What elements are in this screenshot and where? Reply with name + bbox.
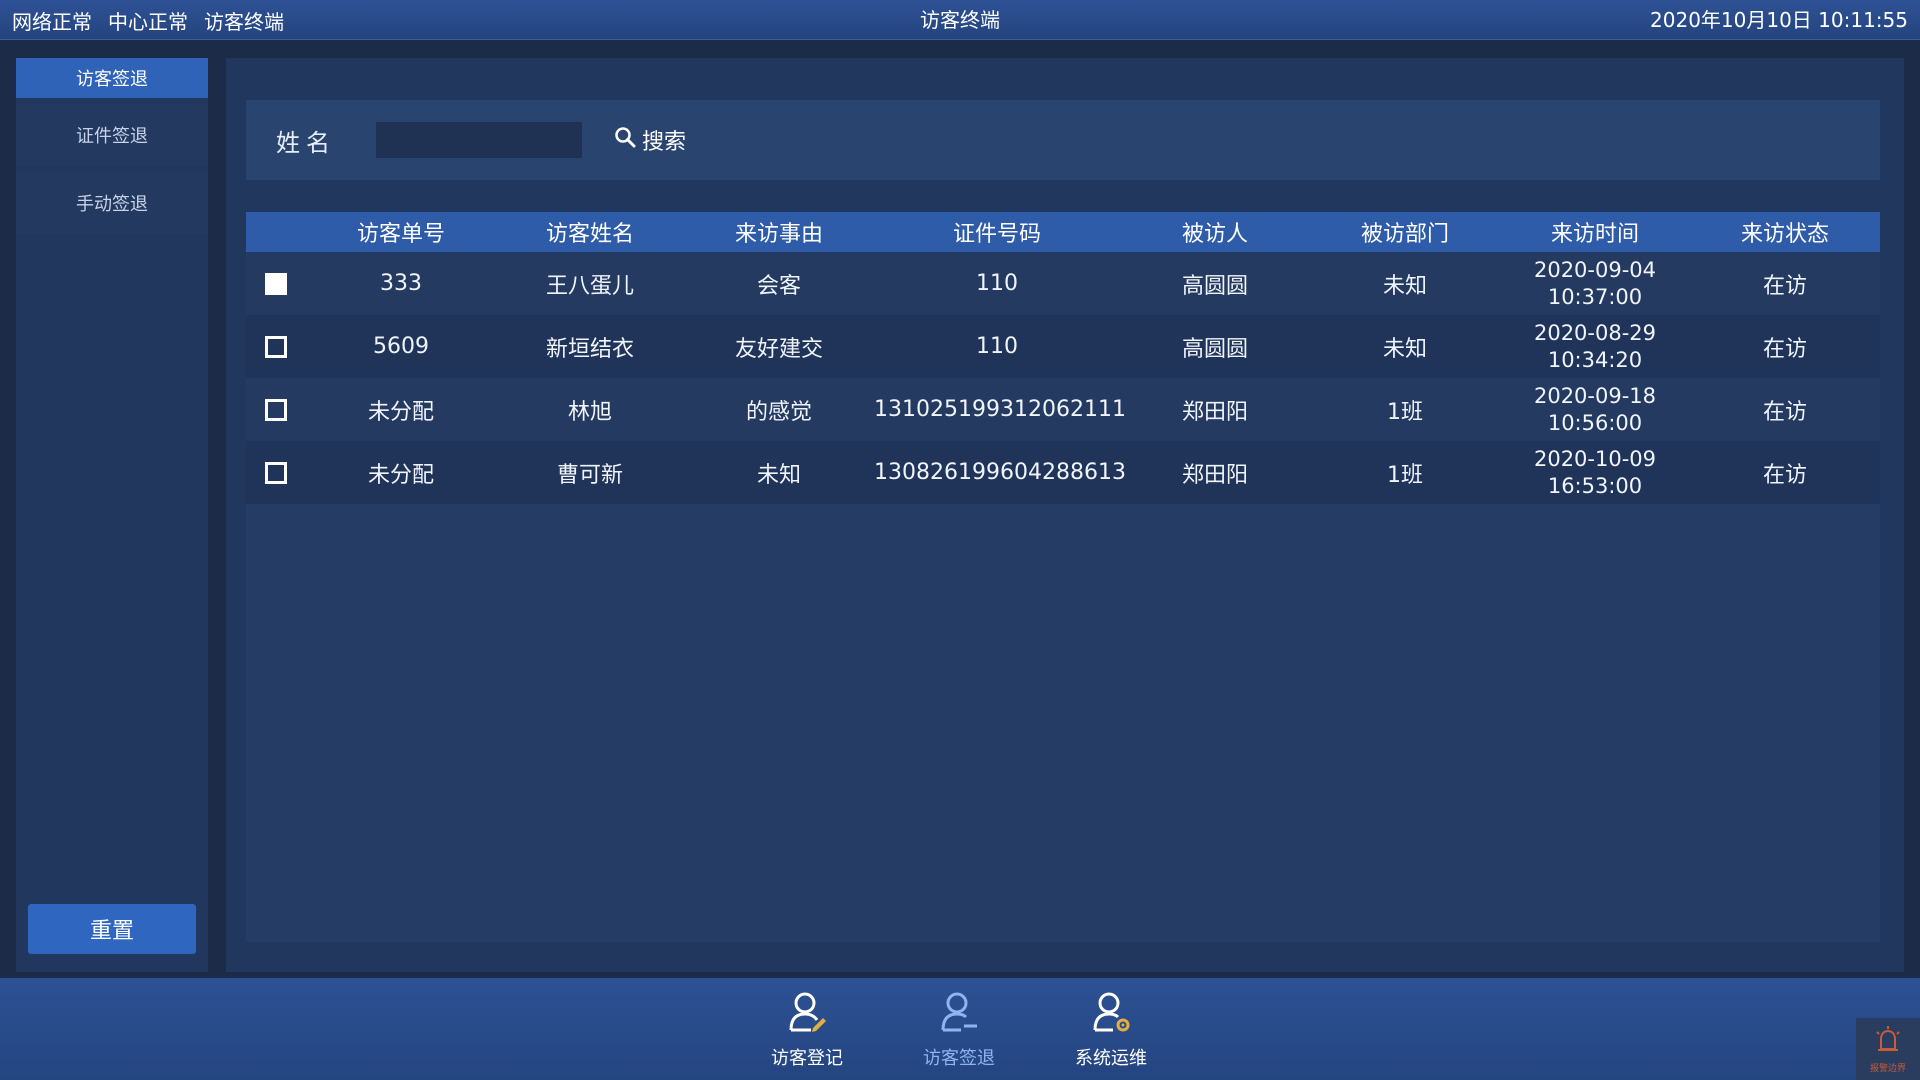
table-row[interactable]: 333 王八蛋儿 会客 110 高圆圆 未知 2020-09-04 10:37:0…	[246, 252, 1880, 315]
main-panel: 姓名 搜索 访客单号 访客姓名 来访事由 证件号码 被访人 被访部门 来访时间 …	[226, 58, 1904, 972]
col-header-host: 被访人	[1181, 222, 1248, 247]
cell-visit-status: 在访	[1762, 399, 1807, 425]
sidebar-item-label: 手动签退	[76, 194, 148, 215]
visit-clock: 10:37:00	[1547, 284, 1643, 309]
cell-reason: 未知	[756, 462, 801, 488]
cell-department: 未知	[1382, 273, 1427, 299]
bottom-nav: 访客登记 访客签退 系统运维 报警边界	[0, 978, 1920, 1080]
nav-visitor-register[interactable]: 访客登记	[752, 990, 862, 1072]
cell-visitor-id: 333	[380, 271, 422, 296]
col-header-reason: 来访事由	[734, 222, 823, 247]
visit-clock: 16:53:00	[1547, 473, 1643, 498]
col-header-cert-number: 证件号码	[952, 222, 1041, 247]
user-edit-icon	[785, 990, 829, 1038]
terminal-label: 访客终端	[204, 9, 284, 34]
cell-department: 未知	[1382, 336, 1427, 362]
cell-host: 高圆圆	[1181, 273, 1248, 299]
sidebar-item-label: 访客签退	[76, 69, 148, 90]
row-checkbox[interactable]	[265, 461, 287, 484]
status-group: 网络正常 中心正常 访客终端	[12, 0, 284, 40]
name-search-input[interactable]	[376, 122, 582, 158]
cell-host: 郑田阳	[1181, 462, 1248, 488]
col-header-visit-time: 来访时间	[1550, 222, 1639, 247]
visit-clock: 10:34:20	[1547, 347, 1643, 372]
cell-visit-time: 2020-10-09 16:53:00	[1500, 446, 1690, 500]
col-header-visitor-name: 访客姓名	[545, 222, 634, 247]
cell-visitor-id: 未分配	[367, 462, 434, 488]
nav-system-maintenance[interactable]: 系统运维	[1056, 990, 1166, 1072]
nav-visitor-checkout[interactable]: 访客签退	[904, 990, 1014, 1072]
table-row[interactable]: 未分配 林旭 的感觉 131025199312062111 郑田阳 1班 202…	[246, 378, 1880, 441]
col-header-department: 被访部门	[1360, 222, 1449, 247]
cell-reason: 会客	[756, 273, 801, 299]
row-checkbox[interactable]	[265, 335, 287, 358]
sidebar-item-label: 证件签退	[76, 126, 148, 147]
page-title: 访客终端	[920, 8, 1000, 32]
cell-cert-number: 110	[976, 271, 1018, 296]
visit-date: 2020-08-29	[1533, 320, 1657, 345]
cell-visit-time: 2020-08-29 10:34:20	[1500, 320, 1690, 374]
visit-clock: 10:56:00	[1547, 410, 1643, 435]
search-icon	[614, 126, 636, 154]
center-status: 中心正常	[108, 9, 188, 34]
sidebar-item-visitor-checkout[interactable]: 访客签退	[16, 58, 208, 98]
cell-visitor-name: 林旭	[567, 399, 612, 425]
table-row[interactable]: 5609 新垣结衣 友好建交 110 高圆圆 未知 2020-08-29 10:3…	[246, 315, 1880, 378]
cell-visit-time: 2020-09-18 10:56:00	[1500, 383, 1690, 437]
alarm-button[interactable]: 报警边界	[1856, 1018, 1920, 1080]
cell-department: 1班	[1387, 399, 1423, 425]
cell-reason: 的感觉	[745, 399, 812, 425]
cell-visitor-name: 曹可新	[556, 462, 623, 488]
row-checkbox[interactable]	[265, 272, 287, 295]
alarm-icon	[1873, 1025, 1903, 1059]
cell-visit-status: 在访	[1762, 273, 1807, 299]
cell-visitor-id: 5609	[373, 334, 429, 359]
nav-label: 访客登记	[771, 1048, 843, 1069]
cell-cert-number: 130826199604288613	[874, 460, 1126, 485]
cell-visit-status: 在访	[1762, 336, 1807, 362]
network-status: 网络正常	[12, 9, 92, 34]
table-header: 访客单号 访客姓名 来访事由 证件号码 被访人 被访部门 来访时间 来访状态	[246, 212, 1880, 252]
sidebar-item-certificate-checkout[interactable]: 证件签退	[16, 104, 208, 166]
cell-cert-number: 131025199312062111	[874, 397, 1126, 422]
cell-visitor-name: 新垣结衣	[545, 336, 634, 362]
alarm-label: 报警边界	[1869, 1063, 1906, 1074]
cell-cert-number: 110	[976, 334, 1018, 359]
visit-date: 2020-09-18	[1533, 383, 1657, 408]
cell-host: 郑田阳	[1181, 399, 1248, 425]
sidebar: 访客签退 证件签退 手动签退 重置	[16, 58, 208, 972]
reset-button[interactable]: 重置	[28, 904, 196, 954]
cell-visit-status: 在访	[1762, 462, 1807, 488]
cell-host: 高圆圆	[1181, 336, 1248, 362]
row-checkbox[interactable]	[265, 398, 287, 421]
user-gear-icon	[1089, 990, 1133, 1038]
search-bar: 姓名 搜索	[246, 100, 1880, 180]
sidebar-item-manual-checkout[interactable]: 手动签退	[16, 172, 208, 234]
col-header-visitor-id: 访客单号	[356, 222, 445, 247]
search-button-label: 搜索	[642, 130, 687, 155]
cell-reason: 友好建交	[734, 336, 823, 362]
visit-date: 2020-10-09	[1533, 446, 1657, 471]
cell-visitor-name: 王八蛋儿	[545, 273, 634, 299]
nav-label: 访客签退	[923, 1048, 995, 1069]
user-checkout-icon	[937, 990, 981, 1038]
table-row[interactable]: 未分配 曹可新 未知 130826199604288613 郑田阳 1班 202…	[246, 441, 1880, 504]
cell-department: 1班	[1387, 462, 1423, 488]
col-header-visit-status: 来访状态	[1740, 222, 1829, 247]
search-button[interactable]: 搜索	[614, 124, 686, 156]
visit-date: 2020-09-04	[1533, 257, 1657, 282]
cell-visitor-id: 未分配	[367, 399, 434, 425]
nav-label: 系统运维	[1075, 1048, 1147, 1069]
cell-visit-time: 2020-09-04 10:37:00	[1500, 257, 1690, 311]
search-label: 姓名	[276, 128, 336, 157]
top-bar: 网络正常 中心正常 访客终端 访客终端 2020年10月10日 10:11:55	[0, 0, 1920, 40]
datetime: 2020年10月10日 10:11:55	[1650, 8, 1908, 32]
visitor-table: 访客单号 访客姓名 来访事由 证件号码 被访人 被访部门 来访时间 来访状态 3…	[246, 212, 1880, 942]
